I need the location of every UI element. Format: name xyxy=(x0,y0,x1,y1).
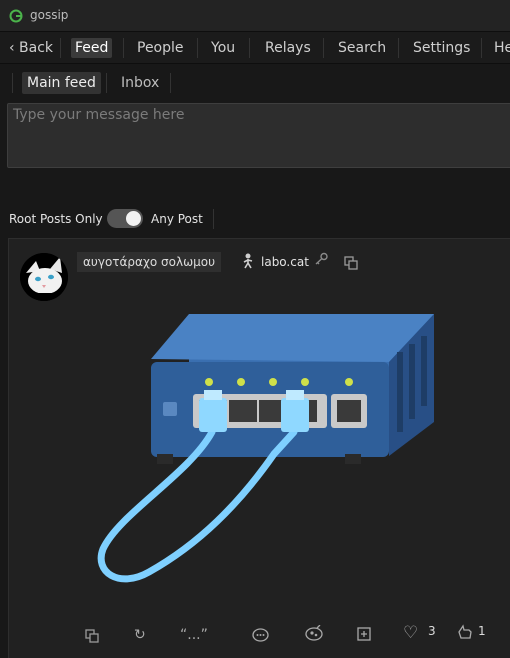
nav-divider xyxy=(197,38,198,58)
key-icon xyxy=(315,252,328,265)
network-switch-image[interactable] xyxy=(89,304,439,594)
window-title: gossip xyxy=(30,8,69,22)
nav-divider xyxy=(60,38,61,58)
root-posts-only-label: Root Posts Only xyxy=(9,212,103,226)
like-heart-icon[interactable]: ♡ xyxy=(403,625,418,642)
tab-divider xyxy=(12,73,13,93)
nip05-address: labo.cat xyxy=(261,255,309,269)
nav-help[interactable]: He xyxy=(494,38,510,58)
tab-main-feed[interactable]: Main feed xyxy=(22,72,101,94)
reply-icon[interactable] xyxy=(252,628,269,643)
gossip-logo-icon xyxy=(9,9,23,23)
zap-count: 1 xyxy=(478,624,486,638)
like-count: 3 xyxy=(428,624,436,638)
message-composer xyxy=(7,103,510,168)
message-input[interactable] xyxy=(8,104,510,167)
post-card: αυγοτάραχο σολωμου labo.cat ↻ “...” ♡ 3 … xyxy=(8,238,510,658)
feed-tabs: Main feed Inbox xyxy=(0,64,510,100)
title-bar: gossip xyxy=(0,0,510,32)
repost-icon[interactable]: ↻ xyxy=(134,627,146,643)
nav-divider xyxy=(481,38,482,58)
nav-settings[interactable]: Settings xyxy=(413,38,470,58)
quote-button[interactable]: “...” xyxy=(180,627,208,643)
zap-icon[interactable] xyxy=(457,624,473,640)
avatar[interactable] xyxy=(20,253,68,301)
nav-people[interactable]: People xyxy=(137,38,184,58)
nav-relays[interactable]: Relays xyxy=(265,38,311,58)
copy-icon[interactable] xyxy=(344,256,358,270)
person-icon xyxy=(243,253,253,269)
post-actions: ↻ “...” ♡ 3 1 xyxy=(9,619,510,649)
author-name[interactable]: αυγοτάραχο σολωμου xyxy=(77,252,222,272)
toggle-knob xyxy=(126,211,141,226)
any-post-label: Any Post xyxy=(151,212,203,226)
cat-avatar-image xyxy=(20,253,68,301)
tab-divider xyxy=(170,73,171,93)
nav-search[interactable]: Search xyxy=(338,38,386,58)
filter-divider xyxy=(213,209,214,229)
nav-you[interactable]: You xyxy=(211,38,235,58)
nav-divider xyxy=(249,38,250,58)
nav-divider xyxy=(398,38,399,58)
post-filter: Root Posts Only Any Post xyxy=(0,206,510,232)
reaction-icon[interactable] xyxy=(305,625,323,641)
nav-divider xyxy=(323,38,324,58)
back-button[interactable]: ‹ Back xyxy=(9,38,53,58)
tab-inbox[interactable]: Inbox xyxy=(121,72,159,94)
nav-divider xyxy=(123,38,124,58)
post-filter-toggle[interactable] xyxy=(107,209,143,228)
copy-icon[interactable] xyxy=(85,629,99,643)
main-nav: ‹ Back Feed People You Relays Search Set… xyxy=(0,32,510,64)
nav-feed[interactable]: Feed xyxy=(71,38,113,58)
tab-divider xyxy=(106,73,107,93)
more-options-icon[interactable] xyxy=(357,627,371,641)
